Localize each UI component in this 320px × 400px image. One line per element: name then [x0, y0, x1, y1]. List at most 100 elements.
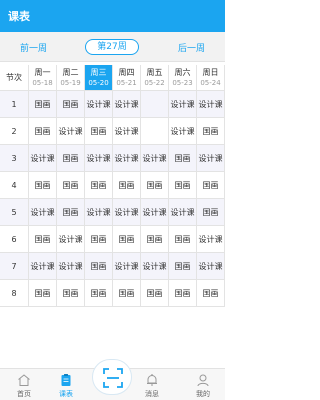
course-cell[interactable]: 国画: [29, 118, 57, 145]
tab-message[interactable]: 消息: [132, 369, 172, 400]
course-cell[interactable]: 国画: [113, 280, 141, 307]
course-cell[interactable]: 设计课: [197, 226, 225, 253]
course-cell: [141, 91, 169, 118]
course-cell[interactable]: 国画: [85, 253, 113, 280]
course-cell[interactable]: 设计课: [113, 145, 141, 172]
day-date: 05-19: [60, 78, 81, 87]
tab-home[interactable]: 首页: [4, 369, 44, 400]
day-header: 周四 05-21: [113, 65, 141, 91]
course-cell[interactable]: 设计课: [197, 253, 225, 280]
course-cell[interactable]: 设计课: [29, 253, 57, 280]
course-cell[interactable]: 国画: [29, 280, 57, 307]
day-name: 周一: [34, 67, 51, 77]
day-header: 周三 05-20: [85, 65, 113, 91]
day-name: 周六: [174, 67, 191, 77]
day-name: 周五: [146, 67, 163, 77]
tab-schedule[interactable]: 课表: [46, 369, 86, 400]
tab-profile[interactable]: 我的: [183, 369, 223, 400]
course-cell[interactable]: 设计课: [141, 253, 169, 280]
prev-week-button[interactable]: 前一周: [20, 41, 47, 54]
course-cell[interactable]: 设计课: [85, 145, 113, 172]
day-header: 周一 05-18: [29, 65, 57, 91]
course-cell[interactable]: 设计课: [113, 118, 141, 145]
tab-label: 我的: [196, 390, 210, 398]
day-date: 05-21: [116, 78, 137, 87]
week-navigation: 前一周 第27周 后一周: [0, 32, 225, 62]
course-cell[interactable]: 国画: [197, 280, 225, 307]
course-cell[interactable]: 国画: [57, 280, 85, 307]
course-cell[interactable]: 国画: [141, 280, 169, 307]
tab-label: 课表: [59, 390, 73, 398]
course-cell[interactable]: 国画: [141, 172, 169, 199]
course-cell[interactable]: 国画: [197, 118, 225, 145]
course-cell[interactable]: 设计课: [85, 199, 113, 226]
top-bar: 课表: [0, 0, 225, 32]
home-icon: [18, 374, 30, 386]
course-cell[interactable]: 设计课: [169, 118, 197, 145]
course-cell[interactable]: 国画: [113, 226, 141, 253]
course-cell[interactable]: 设计课: [57, 253, 85, 280]
schedule-table: 节次 周一 05-18 周二 05-19 周三 05-20 周四 05-21 周五 05-22 周六 0…: [0, 65, 225, 362]
day-header: 周日 05-24: [197, 65, 225, 91]
day-name: 周四: [118, 67, 135, 77]
current-week-badge[interactable]: 第27周: [85, 39, 139, 55]
profile-icon: [197, 374, 209, 387]
day-name: 周三: [90, 67, 107, 77]
course-cell[interactable]: 设计课: [197, 91, 225, 118]
course-cell[interactable]: 设计课: [113, 199, 141, 226]
day-date: 05-22: [144, 78, 165, 87]
course-cell[interactable]: 设计课: [57, 118, 85, 145]
course-cell[interactable]: 国画: [57, 91, 85, 118]
course-cell[interactable]: 设计课: [29, 145, 57, 172]
course-cell[interactable]: 国画: [169, 280, 197, 307]
course-cell: [141, 118, 169, 145]
day-date: 05-20: [88, 78, 109, 87]
course-cell[interactable]: 设计课: [113, 253, 141, 280]
course-cell[interactable]: 设计课: [197, 145, 225, 172]
course-cell[interactable]: 国画: [141, 226, 169, 253]
day-name: 周日: [202, 67, 219, 77]
page-title: 课表: [8, 10, 30, 23]
course-cell[interactable]: 国画: [57, 172, 85, 199]
course-cell[interactable]: 设计课: [113, 91, 141, 118]
day-header: 周二 05-19: [57, 65, 85, 91]
course-cell[interactable]: 国画: [113, 172, 141, 199]
scan-icon: [103, 368, 123, 388]
course-cell[interactable]: 设计课: [29, 199, 57, 226]
course-cell[interactable]: 国画: [29, 226, 57, 253]
period-number: 2: [0, 118, 29, 145]
period-number: 3: [0, 145, 29, 172]
day-header: 周六 05-23: [169, 65, 197, 91]
course-cell[interactable]: 国画: [85, 118, 113, 145]
course-cell[interactable]: 国画: [169, 145, 197, 172]
day-date: 05-23: [172, 78, 193, 87]
course-cell[interactable]: 国画: [85, 172, 113, 199]
course-cell[interactable]: 国画: [169, 226, 197, 253]
course-cell[interactable]: 国画: [57, 199, 85, 226]
next-week-button[interactable]: 后一周: [178, 41, 205, 54]
period-number: 6: [0, 226, 29, 253]
course-cell[interactable]: 设计课: [141, 199, 169, 226]
course-cell[interactable]: 国画: [169, 253, 197, 280]
course-cell[interactable]: 国画: [29, 172, 57, 199]
schedule-icon: [61, 374, 71, 386]
course-cell[interactable]: 设计课: [85, 91, 113, 118]
course-cell[interactable]: 国画: [85, 226, 113, 253]
scan-button[interactable]: [92, 359, 132, 395]
course-cell[interactable]: 设计课: [169, 199, 197, 226]
course-cell[interactable]: 国画: [57, 145, 85, 172]
period-number: 5: [0, 199, 29, 226]
course-cell[interactable]: 国画: [197, 199, 225, 226]
tab-label: 首页: [17, 390, 31, 398]
course-cell[interactable]: 设计课: [57, 226, 85, 253]
day-name: 周二: [62, 67, 79, 77]
course-cell[interactable]: 设计课: [169, 91, 197, 118]
course-cell[interactable]: 国画: [85, 280, 113, 307]
course-cell[interactable]: 国画: [29, 91, 57, 118]
course-cell[interactable]: 国画: [169, 172, 197, 199]
day-date: 05-24: [200, 78, 221, 87]
course-cell[interactable]: 设计课: [141, 145, 169, 172]
corner-label: 节次: [0, 65, 29, 91]
course-cell[interactable]: 国画: [197, 172, 225, 199]
period-number: 1: [0, 91, 29, 118]
